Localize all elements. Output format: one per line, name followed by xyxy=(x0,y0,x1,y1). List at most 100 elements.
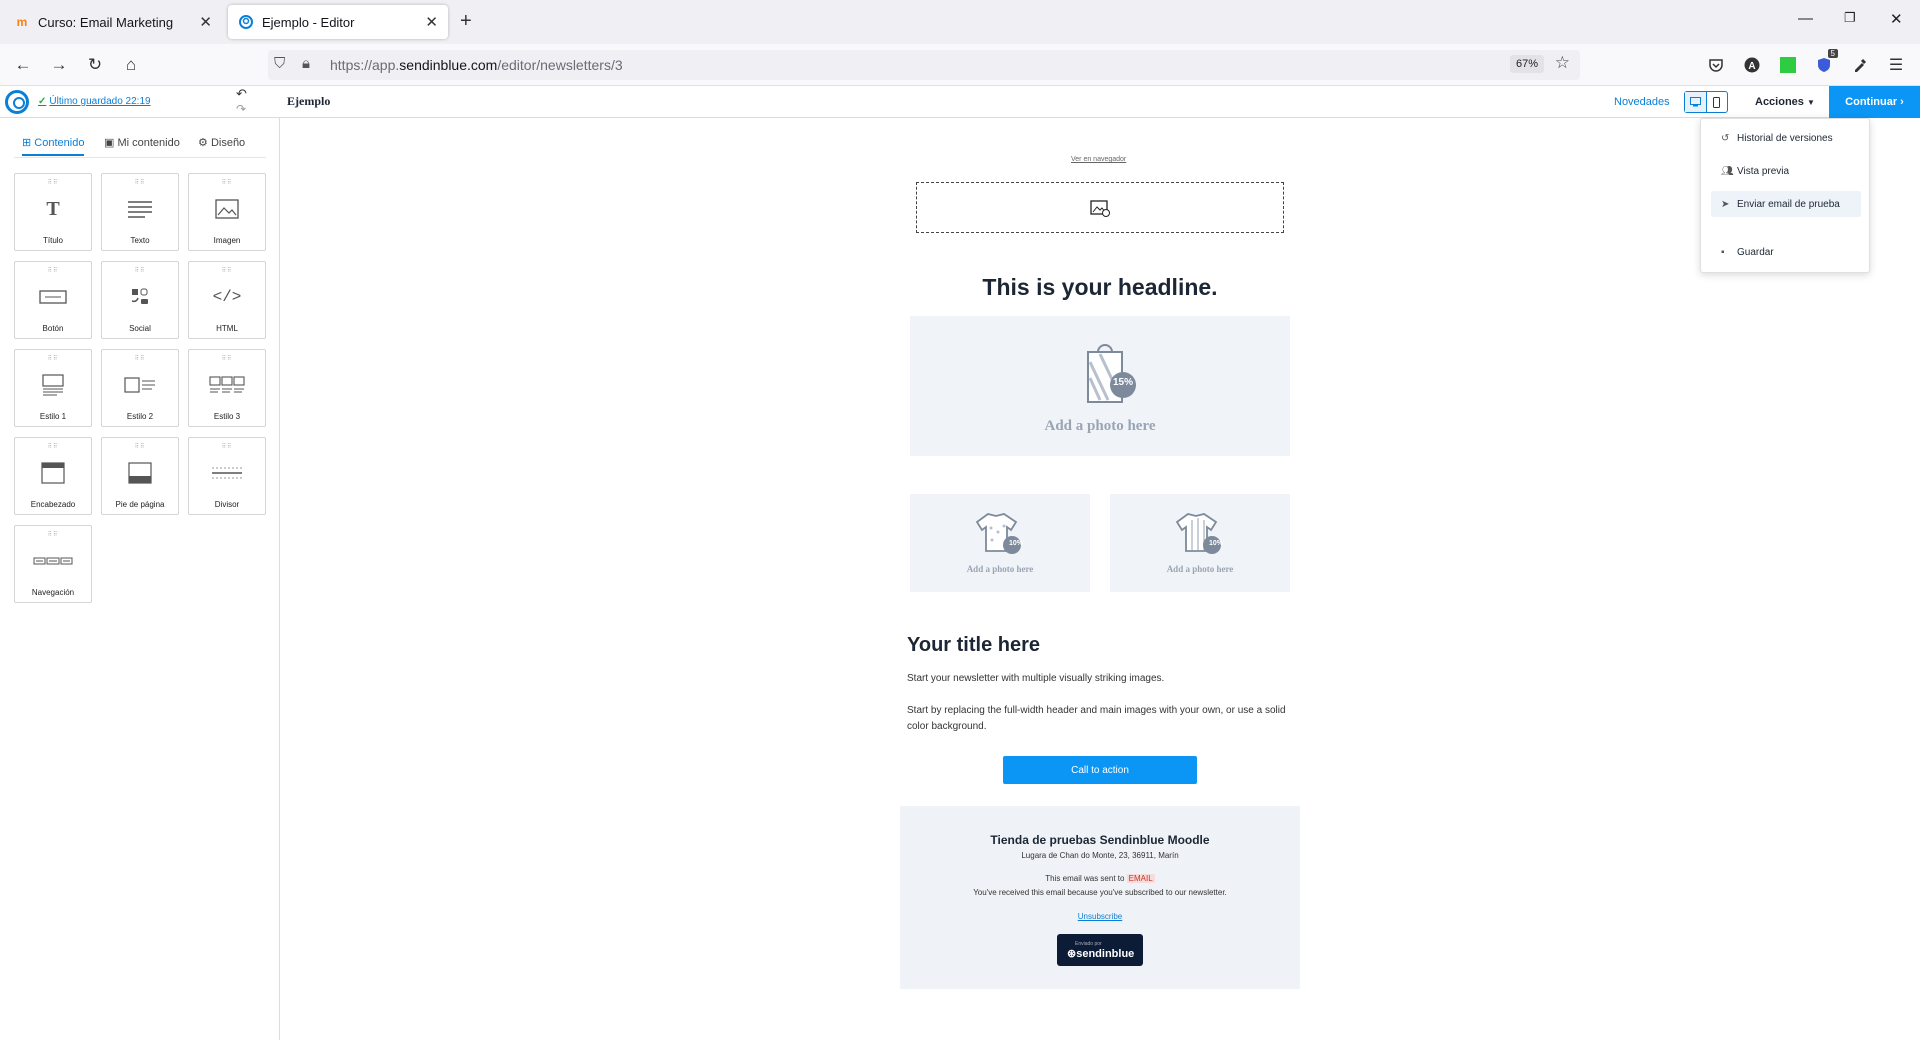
device-toggle xyxy=(1684,91,1728,113)
tshirt-icon xyxy=(1175,513,1221,554)
close-icon[interactable]: ✕ xyxy=(425,13,438,31)
drag-handle-icon: ⠿⠿ xyxy=(221,180,233,186)
tab-diseno[interactable]: ⚙ Diseño xyxy=(198,136,245,149)
photo-label: Add a photo here xyxy=(1044,418,1156,434)
content-sidebar: ⊞ Contenido ▣ Mi contenido ⚙ Diseño ⠿⠿ T… xyxy=(0,118,280,1040)
image-upload-icon xyxy=(1090,199,1110,217)
browser-tab-curso[interactable]: m Curso: Email Marketing ✕ xyxy=(4,5,222,39)
block-boton[interactable]: ⠿⠿ Botón xyxy=(14,261,92,339)
mobile-icon[interactable] xyxy=(1707,92,1728,112)
sendinblue-badge[interactable]: Enviado por ⊛sendinblue xyxy=(1057,934,1143,966)
footer-reason: You've received this email because you'v… xyxy=(973,888,1227,897)
novedades-link[interactable]: Novedades xyxy=(1614,96,1670,108)
block-estilo-3[interactable]: ⠿⠿ Estilo 3 xyxy=(188,349,266,427)
grid-icon: ⊞ xyxy=(22,137,32,149)
email-paragraph-1[interactable]: Start your newsletter with multiple visu… xyxy=(907,671,1297,687)
photo-placeholder-left[interactable]: 10% Add a photo here xyxy=(910,494,1090,592)
tab-title: Curso: Email Marketing xyxy=(38,14,174,30)
url-text[interactable]: https://app.sendinblue.com/editor/newsle… xyxy=(330,57,623,73)
logo-placeholder[interactable] xyxy=(916,182,1284,233)
drag-handle-icon: ⠿⠿ xyxy=(47,356,59,362)
drag-handle-icon: ⠿⠿ xyxy=(47,444,59,450)
block-imagen[interactable]: ⠿⠿ Imagen xyxy=(188,173,266,251)
close-icon[interactable]: ✕ xyxy=(199,13,212,31)
block-html[interactable]: ⠿⠿ </> HTML xyxy=(188,261,266,339)
menu-enviar-email-prueba[interactable]: ➤ Enviar email de prueba xyxy=(1711,191,1861,217)
bookmark-star-icon[interactable]: ☆ xyxy=(1555,53,1570,73)
menu-vista-previa[interactable]: 👥︎ Vista previa xyxy=(1711,158,1861,184)
minimize-icon[interactable]: — xyxy=(1798,10,1813,27)
back-arrow-icon[interactable]: ← xyxy=(10,52,36,78)
block-titulo[interactable]: ⠿⠿ T Título xyxy=(14,173,92,251)
block-pie-de-pagina[interactable]: ⠿⠿ Pie de página xyxy=(101,437,179,515)
button-icon xyxy=(15,284,91,310)
desktop-icon[interactable] xyxy=(1685,92,1707,112)
block-encabezado[interactable]: ⠿⠿ Encabezado xyxy=(14,437,92,515)
forward-arrow-icon[interactable]: → xyxy=(46,52,72,78)
block-estilo-1[interactable]: ⠿⠿ Estilo 1 xyxy=(14,349,92,427)
block-estilo-2[interactable]: ⠿⠿ Estilo 2 xyxy=(101,349,179,427)
layout-style3-icon xyxy=(189,372,265,398)
redo-icon[interactable]: ↷ xyxy=(236,102,246,116)
image-icon xyxy=(189,196,265,222)
green-extension-icon[interactable] xyxy=(1778,55,1798,75)
svg-text:A: A xyxy=(1748,61,1755,72)
browser-tab-editor[interactable]: Ejemplo - Editor ✕ xyxy=(228,5,448,39)
menu-historial-versiones[interactable]: ↺ Historial de versiones xyxy=(1711,125,1861,151)
document-title[interactable]: Ejemplo xyxy=(287,94,330,109)
pocket-icon[interactable] xyxy=(1706,55,1726,75)
email-headline[interactable]: This is your headline. xyxy=(900,274,1300,301)
email-paragraph-2[interactable]: Start by replacing the full-width header… xyxy=(907,703,1297,735)
block-texto[interactable]: ⠿⠿ Texto xyxy=(101,173,179,251)
caret-down-icon: ▼ xyxy=(1806,98,1815,107)
zoom-level-badge[interactable]: 67% xyxy=(1509,55,1544,73)
reload-icon[interactable]: ↻ xyxy=(82,52,108,78)
text-lines-icon xyxy=(102,196,178,222)
footer-layout-icon xyxy=(102,460,178,486)
restore-icon[interactable]: ❐ xyxy=(1844,10,1856,26)
drag-handle-icon: ⠿⠿ xyxy=(134,180,146,186)
discount-badge: 10% xyxy=(1208,540,1223,547)
tab-mi-contenido[interactable]: ▣ Mi contenido xyxy=(104,136,180,149)
photo-label: Add a photo here xyxy=(1166,564,1234,574)
shield-icon[interactable]: ⛉ xyxy=(274,55,285,72)
menu-guardar[interactable]: ▪ Guardar xyxy=(1711,239,1861,265)
email-section-title[interactable]: Your title here xyxy=(907,634,1040,657)
lock-icon[interactable]: 🔒︎ xyxy=(302,55,310,72)
drag-handle-icon: ⠿⠿ xyxy=(47,268,59,274)
photo-placeholder-main[interactable]: 15% Add a photo here xyxy=(910,316,1290,456)
email-footer[interactable]: Tienda de pruebas Sendinblue Moodle Luga… xyxy=(900,806,1300,989)
tab-contenido[interactable]: ⊞ Contenido xyxy=(22,136,85,156)
browser-nav-bar: ← → ↻ ⌂ ⛉ 🔒︎ https://app.sendinblue.com/… xyxy=(0,44,1920,86)
url-bar[interactable]: ⛉ 🔒︎ https://app.sendinblue.com/editor/n… xyxy=(268,50,1580,80)
block-social[interactable]: ⠿⠿ Social xyxy=(101,261,179,339)
undo-icon[interactable]: ↶ xyxy=(236,86,247,102)
window-close-icon[interactable]: ✕ xyxy=(1890,10,1903,28)
shield-extension-icon[interactable]: 5 xyxy=(1814,49,1838,75)
browser-tab-strip: m Curso: Email Marketing ✕ Ejemplo - Edi… xyxy=(0,0,1920,44)
discount-badge: 15% xyxy=(1112,377,1133,388)
account-icon[interactable]: A xyxy=(1742,55,1762,75)
view-in-browser-link[interactable]: Ver en navegador xyxy=(1071,156,1126,163)
last-saved-link[interactable]: ✓ Último guardado 22:19 xyxy=(38,96,151,107)
call-to-action-button[interactable]: Call to action xyxy=(1003,756,1197,784)
sendinblue-logo-icon xyxy=(238,14,254,30)
footer-address: Lugara de Chan do Monte, 23, 36911, Marí… xyxy=(1021,851,1179,860)
unsubscribe-link[interactable]: Unsubscribe xyxy=(900,912,1300,921)
block-navegacion[interactable]: ⠿⠿ Navegación xyxy=(14,525,92,603)
sidebar-tabs: ⊞ Contenido ▣ Mi contenido ⚙ Diseño xyxy=(14,136,266,158)
sendinblue-logo-icon[interactable] xyxy=(5,90,29,114)
continuar-button[interactable]: Continuar › xyxy=(1829,86,1920,118)
block-divisor[interactable]: ⠿⠿ Divisor xyxy=(188,437,266,515)
drag-handle-icon: ⠿⠿ xyxy=(134,444,146,450)
new-tab-icon[interactable]: + xyxy=(460,10,472,33)
hamburger-menu-icon[interactable]: ☰ xyxy=(1886,55,1906,75)
drag-handle-icon: ⠿⠿ xyxy=(134,356,146,362)
photo-placeholder-right[interactable]: 10% Add a photo here xyxy=(1110,494,1290,592)
footer-company: Tienda de pruebas Sendinblue Moodle xyxy=(990,833,1210,847)
navigation-icon xyxy=(15,548,91,574)
acciones-dropdown[interactable]: Acciones ▼ xyxy=(1755,96,1815,108)
home-icon[interactable]: ⌂ xyxy=(118,52,144,78)
drag-handle-icon: ⠿⠿ xyxy=(134,268,146,274)
eyedropper-icon[interactable] xyxy=(1850,55,1870,75)
